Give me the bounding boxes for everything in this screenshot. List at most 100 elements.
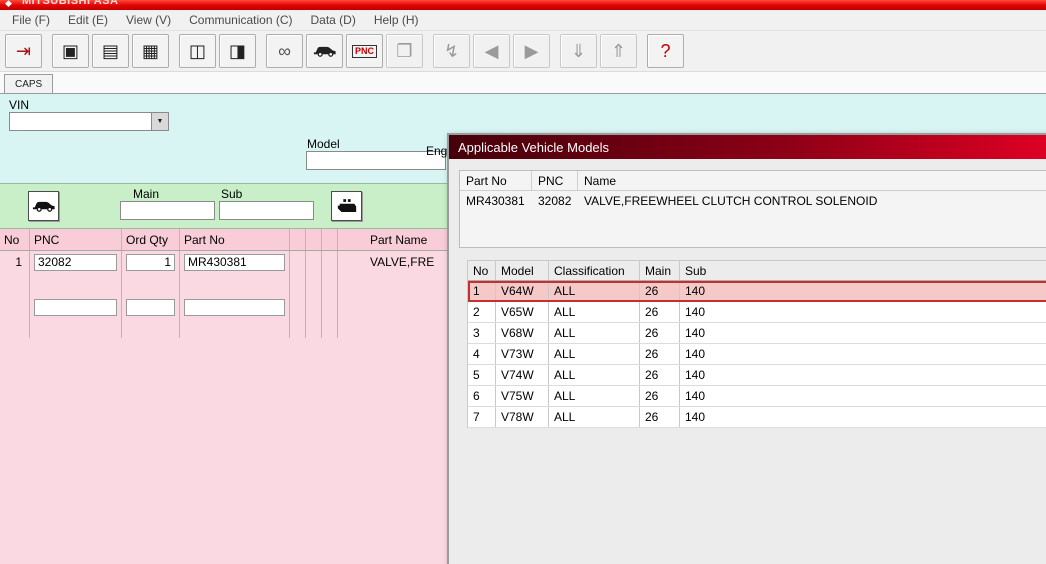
lightning-icon: ↯ (444, 42, 459, 60)
model-main-code: 26 (640, 407, 680, 427)
forward-button: ▶ (513, 34, 550, 68)
model-row[interactable]: 3 V68W ALL 26 140 (468, 323, 1046, 344)
pnc-button[interactable]: PNC (346, 34, 383, 68)
table-cell (306, 318, 322, 338)
col-header-no: No (468, 261, 496, 280)
model-row[interactable]: 4 V73W ALL 26 140 (468, 344, 1046, 365)
screen-button[interactable]: ▣ (52, 34, 89, 68)
main-code-input[interactable] (120, 201, 215, 220)
table-cell (306, 251, 322, 273)
model-sub-code: 140 (680, 365, 1046, 385)
app-titlebar[interactable]: ◆ MITSUBISHI ASA (0, 0, 1046, 10)
model-classification: ALL (549, 281, 640, 301)
model-row[interactable]: 6 V75W ALL 26 140 (468, 386, 1046, 407)
menu-item[interactable]: File (F) (3, 10, 59, 30)
tab-caps[interactable]: CAPS (4, 74, 53, 93)
pnc-icon: PNC (352, 45, 377, 58)
search-button[interactable]: ∞ (266, 34, 303, 68)
col-header-part-no: Part No (460, 171, 532, 190)
model-code: V75W (496, 386, 549, 406)
model-row[interactable]: 1 V64W ALL 26 140 (468, 281, 1046, 302)
print-setup-button[interactable]: ▦ (132, 34, 169, 68)
pnc-input[interactable] (34, 299, 117, 316)
help-button[interactable]: ? (647, 34, 684, 68)
col-header-classification: Classification (549, 261, 640, 280)
menu-item[interactable]: Help (H) (365, 10, 428, 30)
model-row[interactable]: 5 V74W ALL 26 140 (468, 365, 1046, 386)
model-row-no: 3 (468, 323, 496, 343)
model-main-code: 26 (640, 365, 680, 385)
model-code: V65W (496, 302, 549, 322)
vehicle-button[interactable] (28, 191, 59, 221)
app-logo-icon: ◆ (5, 0, 12, 9)
model-row-no: 5 (468, 365, 496, 385)
table-cell (122, 273, 180, 296)
tab-strip: CAPS (0, 72, 1046, 94)
table-cell (30, 273, 122, 296)
table-cell (322, 318, 338, 338)
menu-item[interactable]: Communication (C) (180, 10, 301, 30)
sub-code-input[interactable] (219, 201, 314, 220)
menu-item[interactable]: Edit (E) (59, 10, 117, 30)
part-no-input[interactable] (184, 299, 285, 316)
model-row[interactable]: 2 V65W ALL 26 140 (468, 302, 1046, 323)
print-icon: ▤ (102, 42, 119, 60)
table-cell (290, 251, 306, 273)
model-row-no: 4 (468, 344, 496, 364)
parts-catalog-button[interactable]: ◫ (179, 34, 216, 68)
col-header-no: No (0, 229, 30, 250)
pnc-input[interactable] (34, 254, 117, 271)
table-cell (30, 251, 122, 273)
parts-catalog-icon: ◫ (189, 42, 206, 60)
part-no-input[interactable] (184, 254, 285, 271)
lightning-button: ↯ (433, 34, 470, 68)
exit-icon: ⇥ (16, 42, 31, 60)
table-cell (322, 296, 338, 318)
model-classification: ALL (549, 344, 640, 364)
print-button[interactable]: ▤ (92, 34, 129, 68)
model-main-code: 26 (640, 302, 680, 322)
model-input[interactable] (306, 151, 446, 170)
save-icon: ⇓ (571, 42, 586, 60)
table-cell (30, 318, 122, 338)
chevron-down-icon: ▼ (157, 118, 164, 125)
col-header-sub: Sub (680, 261, 1046, 280)
vin-combobox: ▼ (9, 112, 169, 131)
engine-button[interactable] (331, 191, 362, 221)
table-cell (290, 318, 306, 338)
model-sub-code: 140 (680, 386, 1046, 406)
part-info-panel: Part No PNC Name MR430381 32082 VALVE,FR… (459, 170, 1046, 248)
table-cell (306, 296, 322, 318)
exit-button[interactable]: ⇥ (5, 34, 42, 68)
sub-code-label: Sub (221, 187, 242, 201)
ord-qty-input[interactable] (126, 254, 175, 271)
ord-qty-input[interactable] (126, 299, 175, 316)
price-list-button[interactable]: ◨ (219, 34, 256, 68)
model-row-no: 2 (468, 302, 496, 322)
dialog-titlebar[interactable]: Applicable Vehicle Models (449, 135, 1046, 159)
model-row[interactable]: 7 V78W ALL 26 140 (468, 407, 1046, 428)
vin-input[interactable] (10, 113, 151, 130)
table-cell (30, 296, 122, 318)
model-code: V68W (496, 323, 549, 343)
vin-dropdown-button[interactable]: ▼ (151, 113, 168, 130)
app-window: ◆ MITSUBISHI ASA File (F)Edit (E)View (V… (0, 0, 1046, 564)
menu-item[interactable]: Data (D) (302, 10, 365, 30)
dialog-title: Applicable Vehicle Models (458, 140, 609, 155)
part-info-header-row: Part No PNC Name (460, 171, 1046, 191)
back-button: ◀ (473, 34, 510, 68)
models-header-row: No Model Classification Main Sub (468, 261, 1046, 281)
toolbar: ⇥▣▤▦◫◨∞PNC❐↯◀▶⇓⇑? (0, 31, 1046, 72)
model-classification: ALL (549, 407, 640, 427)
table-cell (290, 273, 306, 296)
menu-item[interactable]: View (V) (117, 10, 180, 30)
main-code-label: Main (133, 187, 159, 201)
col-header-name: Name (578, 174, 1046, 188)
model-row-no: 7 (468, 407, 496, 427)
model-row-no: 1 (468, 281, 496, 301)
window-button: ❐ (386, 34, 423, 68)
vehicle-button[interactable] (306, 34, 343, 68)
price-list-icon: ◨ (229, 42, 246, 60)
model-classification: ALL (549, 365, 640, 385)
table-cell (322, 273, 338, 296)
